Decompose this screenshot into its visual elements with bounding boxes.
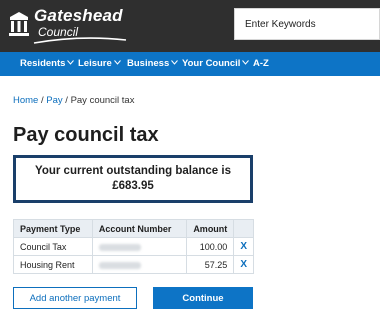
account-number-cell [91, 255, 188, 274]
table-header-row: Payment Type Account Number Amount [13, 219, 254, 238]
balance-amount: £683.95 [112, 180, 154, 192]
balance-label: Your current outstanding balance is [35, 165, 231, 177]
column-header-amount: Amount [186, 219, 235, 238]
nav-label: Your Council [182, 58, 241, 69]
column-header-payment-type: Payment Type [13, 219, 93, 238]
table-row: Housing Rent 57.25 X [13, 255, 254, 274]
logo-swoosh [33, 37, 127, 44]
breadcrumb-pay[interactable]: Pay [46, 95, 62, 106]
chevron-down-icon [171, 60, 179, 65]
account-number-cell [91, 237, 188, 256]
amount-cell: 57.25 [186, 255, 235, 274]
payment-type-cell: Housing Rent [13, 255, 93, 274]
chevron-down-icon [113, 60, 121, 65]
nav-label: Business [127, 58, 170, 69]
search-box [234, 8, 380, 40]
breadcrumb: Home / Pay / Pay council tax [13, 95, 134, 106]
breadcrumb-separator: / [65, 95, 68, 106]
redacted-account-number [98, 243, 141, 251]
council-logo[interactable]: Gateshead Council [8, 5, 133, 45]
chevron-down-icon [242, 60, 250, 65]
breadcrumb-home[interactable]: Home [13, 95, 38, 106]
remove-payment-button[interactable]: X [233, 255, 254, 274]
column-header-remove [233, 219, 254, 238]
site-header: Gateshead Council [0, 0, 380, 52]
payment-type-cell: Council Tax [13, 237, 93, 256]
redacted-account-number [98, 261, 141, 269]
column-header-account-number: Account Number [91, 219, 188, 238]
table-row: Council Tax 100.00 X [13, 237, 254, 256]
nav-item-a-z[interactable]: A-Z [253, 52, 269, 76]
nav-item-leisure[interactable]: Leisure [78, 52, 121, 76]
add-another-payment-button[interactable]: Add another payment [13, 287, 137, 309]
logo-name: Gateshead [34, 6, 123, 25]
balance-box: Your current outstanding balance is £683… [13, 155, 253, 203]
main-nav: Residents Leisure Business Your Council … [0, 52, 380, 76]
building-icon [9, 12, 29, 36]
breadcrumb-separator: / [40, 95, 44, 106]
chevron-down-icon [67, 60, 75, 65]
nav-label: Leisure [78, 58, 112, 69]
breadcrumb-current: Pay council tax [70, 95, 135, 106]
search-input[interactable] [235, 9, 379, 39]
amount-cell: 100.00 [186, 237, 235, 256]
nav-item-business[interactable]: Business [127, 52, 179, 76]
continue-button[interactable]: Continue [153, 287, 253, 309]
nav-item-your-council[interactable]: Your Council [182, 52, 250, 76]
nav-label: Residents [20, 58, 66, 69]
nav-label: A-Z [253, 58, 269, 69]
nav-item-residents[interactable]: Residents [20, 52, 75, 76]
payments-table: Payment Type Account Number Amount Counc… [13, 219, 254, 274]
remove-payment-button[interactable]: X [233, 237, 254, 256]
page-title: Pay council tax [13, 124, 159, 146]
